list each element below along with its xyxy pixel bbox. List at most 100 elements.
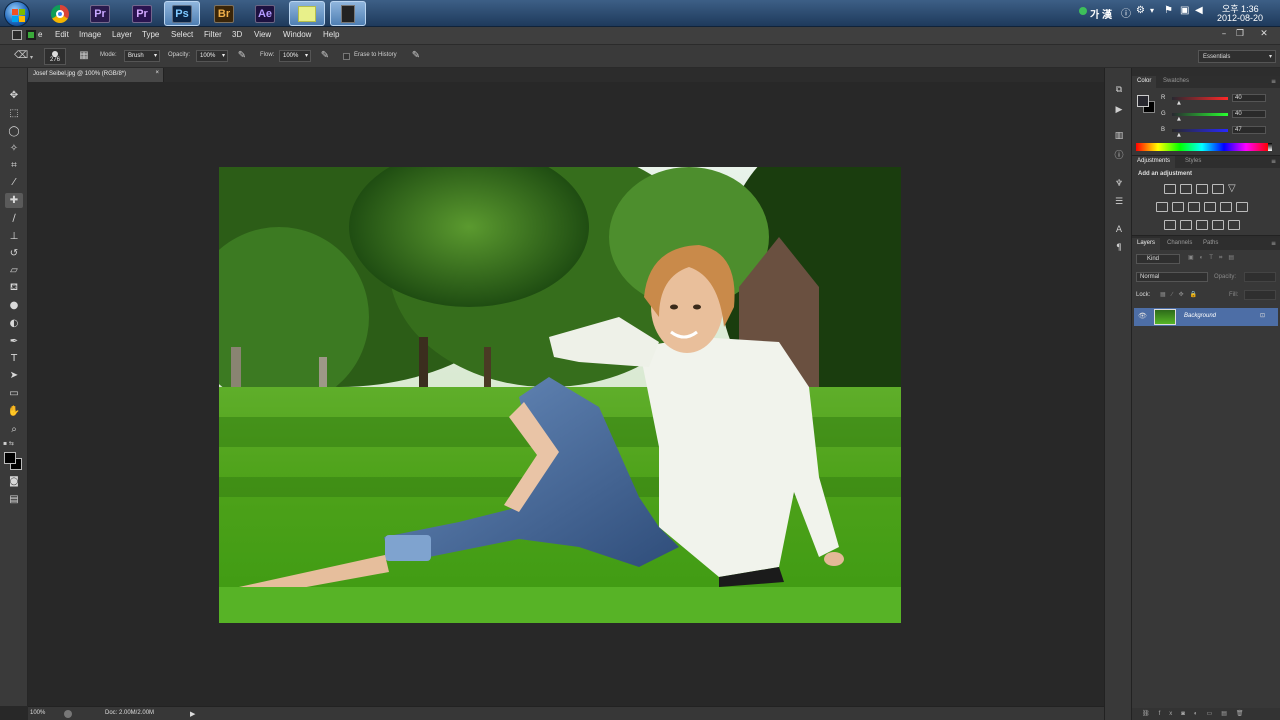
lock-options-icons[interactable]: ▦∕✥🔒: [1160, 291, 1203, 298]
blur-tool-icon[interactable]: ●: [5, 298, 23, 313]
network-icon[interactable]: ▣: [1180, 5, 1189, 16]
photo-filter-icon[interactable]: [1204, 202, 1216, 212]
layer-filter-kind-dropdown[interactable]: Kind: [1136, 254, 1180, 264]
brush-presets-icon[interactable]: ♆: [1113, 178, 1125, 190]
hand-tool-icon[interactable]: ✋: [5, 404, 23, 419]
color-balance-icon[interactable]: [1172, 202, 1184, 212]
chrome-icon[interactable]: [42, 1, 78, 26]
sticky-notes-icon[interactable]: [289, 1, 325, 26]
start-button[interactable]: [4, 1, 30, 27]
menu-filter[interactable]: Filter: [204, 30, 222, 39]
photoshop-icon[interactable]: Ps: [164, 1, 200, 26]
clock-date[interactable]: 2012-08-20: [1217, 13, 1263, 23]
visibility-eye-icon[interactable]: 👁: [1138, 312, 1147, 320]
selective-color-icon[interactable]: [1228, 220, 1240, 230]
g-slider-thumb-icon[interactable]: ▲: [1177, 116, 1181, 122]
tab-color[interactable]: Color: [1132, 76, 1157, 88]
workspace-switcher[interactable]: Essentials ▾: [1198, 50, 1276, 63]
color-lookup-icon[interactable]: [1236, 202, 1248, 212]
quick-mask-icon[interactable]: ◙: [5, 474, 23, 489]
close-button[interactable]: ✕: [1258, 29, 1270, 40]
menu-edit[interactable]: Edit: [55, 30, 69, 39]
brush-panel-toggle-icon[interactable]: ▦: [78, 50, 90, 62]
tab-swatches[interactable]: Swatches: [1158, 76, 1194, 88]
mode-dropdown[interactable]: Brush ▾: [124, 50, 160, 62]
tab-layers[interactable]: Layers: [1132, 238, 1161, 250]
tab-styles[interactable]: Styles: [1180, 156, 1206, 168]
status-info-icon[interactable]: [64, 710, 72, 718]
paragraph-icon[interactable]: ¶: [1113, 242, 1125, 254]
menu-type[interactable]: Type: [142, 30, 159, 39]
menu-layer[interactable]: Layer: [112, 30, 132, 39]
menu-view[interactable]: View: [254, 30, 271, 39]
foreground-color-swatch[interactable]: [4, 452, 16, 464]
layer-filter-icons[interactable]: ▣◐T⌗▤: [1188, 254, 1240, 262]
eraser-tool-icon[interactable]: ⌫: [14, 50, 28, 62]
media-player-icon[interactable]: [330, 1, 366, 26]
paint-bucket-tool-icon[interactable]: ⛾: [5, 280, 23, 295]
menu-3d[interactable]: 3D: [232, 30, 242, 39]
airbrush-icon[interactable]: ✎: [319, 50, 331, 62]
swap-colors-icon[interactable]: ▪ ⇆: [3, 440, 23, 447]
tray-expand-icon[interactable]: ▾: [1150, 6, 1154, 15]
marquee-tool-icon[interactable]: ⬚: [5, 106, 23, 121]
premiere-icon-2[interactable]: Pr: [124, 1, 160, 26]
volume-icon[interactable]: ◀: [1195, 5, 1203, 16]
properties-icon[interactable]: ▥: [1113, 130, 1125, 142]
foreground-color-chip[interactable]: [1137, 95, 1149, 107]
tab-paths[interactable]: Paths: [1198, 238, 1223, 250]
menu-window[interactable]: Window: [283, 30, 311, 39]
quick-select-tool-icon[interactable]: ✧: [5, 141, 23, 156]
erase-history-checkbox[interactable]: [343, 53, 350, 60]
menu-file[interactable]: e: [38, 30, 42, 39]
path-selection-tool-icon[interactable]: ➤: [5, 368, 23, 383]
minimize-button[interactable]: –: [1218, 29, 1230, 40]
history-brush-tool-icon[interactable]: ↺: [5, 246, 23, 261]
bridge-icon[interactable]: Br: [206, 1, 242, 26]
exposure-icon[interactable]: [1212, 184, 1224, 194]
blend-mode-dropdown[interactable]: Normal: [1136, 272, 1208, 282]
brush-preset-picker[interactable]: 276: [44, 48, 66, 65]
document-image[interactable]: [219, 167, 901, 623]
move-tool-icon[interactable]: ✥: [5, 88, 23, 103]
rectangle-tool-icon[interactable]: ▭: [5, 386, 23, 401]
posterize-icon[interactable]: [1180, 220, 1192, 230]
invert-icon[interactable]: [1164, 220, 1176, 230]
brush-settings-icon[interactable]: ☰: [1113, 196, 1125, 208]
pressure-size-icon[interactable]: ✎: [410, 50, 422, 62]
r-slider-thumb-icon[interactable]: ▲: [1177, 100, 1181, 106]
type-tool-icon[interactable]: T: [5, 351, 23, 366]
lasso-tool-icon[interactable]: ◯: [5, 124, 23, 139]
pressure-opacity-icon[interactable]: ✎: [236, 50, 248, 62]
brush-tool-icon[interactable]: ∕: [5, 211, 23, 226]
layer-footer-icons[interactable]: ⛓fx◙◐▭▤🗑: [1142, 710, 1253, 717]
language-icon[interactable]: [1079, 7, 1087, 15]
g-value-field[interactable]: 40: [1232, 110, 1266, 118]
screen-mode-icon[interactable]: ▤: [5, 492, 23, 507]
tab-channels[interactable]: Channels: [1162, 238, 1197, 250]
channel-mixer-icon[interactable]: [1220, 202, 1232, 212]
zoom-level[interactable]: 100%: [30, 710, 45, 716]
actions-play-icon[interactable]: ▶: [1113, 104, 1125, 116]
color-spectrum-ramp[interactable]: [1136, 143, 1268, 151]
vibrance-icon[interactable]: ▽: [1228, 184, 1236, 194]
eyedropper-tool-icon[interactable]: ⁄: [5, 175, 23, 190]
restore-button[interactable]: ❐: [1234, 29, 1246, 40]
black-white-ramp[interactable]: [1268, 143, 1272, 151]
threshold-icon[interactable]: [1196, 220, 1208, 230]
help-icon[interactable]: ⓘ: [1121, 5, 1131, 20]
after-effects-icon[interactable]: Ae: [247, 1, 283, 26]
panel-menu-icon[interactable]: ≡: [1271, 240, 1276, 247]
menu-select[interactable]: Select: [171, 30, 193, 39]
r-value-field[interactable]: 40: [1232, 94, 1266, 102]
menu-image[interactable]: Image: [79, 30, 101, 39]
b-value-field[interactable]: 47: [1232, 126, 1266, 134]
info-icon[interactable]: ⓘ: [1113, 150, 1125, 162]
healing-brush-tool-icon[interactable]: ✚: [5, 193, 23, 208]
crop-tool-icon[interactable]: ⌗: [5, 158, 23, 173]
document-tab[interactable]: Josef Seibel.jpg @ 100% (RGB/8*) ×: [28, 68, 164, 82]
hue-saturation-icon[interactable]: [1156, 202, 1168, 212]
layer-fill-field[interactable]: [1244, 290, 1276, 300]
flow-field[interactable]: 100% ▾: [279, 50, 311, 62]
levels-icon[interactable]: [1180, 184, 1192, 194]
